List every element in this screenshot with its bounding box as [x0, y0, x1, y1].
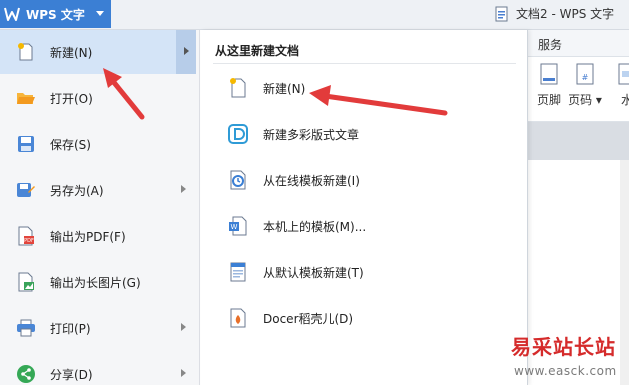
menu-item-label: 打印(P) [50, 321, 91, 336]
submenu-item-docer[interactable]: Docer稻壳儿(D) [201, 296, 526, 340]
menu-item-label: 新建(N) [50, 45, 93, 60]
pdf-icon: PDF [16, 226, 36, 246]
page-number-label: 页码 ▾ [568, 93, 602, 107]
file-menu: 新建(N) 打开(O) 保存(S) 另存为(A) PDF 输出为PDF(F) 输… [0, 30, 200, 385]
share-icon [16, 364, 36, 384]
document-page-edge [620, 160, 629, 385]
online-template-icon [227, 169, 249, 191]
print-icon [16, 318, 36, 338]
menu-item-save[interactable]: 保存(S) [0, 122, 196, 166]
submenu-item-label: 本机上的模板(M)... [263, 219, 367, 234]
image-export-icon [16, 272, 36, 292]
title-bar: WPS 文字 文档2 - WPS 文字 [0, 0, 629, 30]
divider [213, 63, 516, 64]
submenu-item-new-blank[interactable]: 新建(N) [201, 66, 526, 110]
footer-icon [540, 63, 558, 85]
local-template-icon: W [227, 215, 249, 237]
menu-item-label: 输出为PDF(F) [50, 229, 126, 244]
menu-item-export-pdf[interactable]: PDF 输出为PDF(F) [0, 214, 196, 258]
save-as-icon [16, 180, 36, 200]
submenu-item-label: 从在线模板新建(I) [263, 173, 360, 188]
submenu-item-colorful-article[interactable]: 新建多彩版式文章 [201, 112, 526, 156]
document-ruler-area [528, 122, 629, 160]
footer-button[interactable]: 页脚 [532, 63, 566, 108]
submenu-item-local-template[interactable]: W 本机上的模板(M)... [201, 204, 526, 248]
menu-item-new[interactable]: 新建(N) [0, 30, 196, 74]
submenu-item-default-template[interactable]: 从默认模板新建(T) [201, 250, 526, 294]
chevron-right-icon [181, 185, 186, 193]
svg-text:#: # [582, 73, 589, 82]
blank-document-icon [227, 77, 249, 99]
save-icon [16, 134, 36, 154]
watermark-button[interactable]: 水 [610, 63, 629, 108]
open-folder-icon [16, 88, 36, 108]
menu-item-save-as[interactable]: 另存为(A) [0, 168, 196, 212]
page-number-button[interactable]: # 页码 ▾ [568, 63, 602, 108]
app-menu-button[interactable]: WPS 文字 [0, 0, 111, 28]
svg-text:W: W [231, 223, 238, 231]
chevron-right-icon [181, 369, 186, 377]
submenu-item-label: Docer稻壳儿(D) [263, 311, 354, 326]
watermark-url: www.easck.com [514, 364, 617, 378]
watermark-icon [618, 63, 629, 85]
app-name: WPS 文字 [26, 7, 85, 22]
menu-item-print[interactable]: 打印(P) [0, 306, 196, 350]
menu-item-export-image[interactable]: 输出为长图片(G) [0, 260, 196, 304]
watermark-title: 易采站长站 [511, 335, 616, 359]
docer-icon [227, 307, 249, 329]
chevron-right-icon [184, 47, 189, 55]
page-number-icon: # [576, 63, 594, 85]
menu-item-label: 输出为长图片(G) [50, 275, 141, 290]
footer-label: 页脚 [536, 93, 561, 107]
new-submenu-panel: 从这里新建文档 新建(N) 新建多彩版式文章 从在线模板新建(I) W 本机上的… [201, 30, 528, 385]
submenu-item-label: 新建多彩版式文章 [263, 127, 360, 142]
svg-text:PDF: PDF [24, 238, 34, 244]
default-template-icon [227, 261, 249, 283]
ribbon-toolbar: 页脚 # 页码 ▾ 水 [528, 56, 629, 122]
submenu-item-label: 新建(N) [263, 81, 306, 96]
submenu-title: 从这里新建文档 [215, 44, 300, 58]
menu-item-label: 分享(D) [50, 367, 93, 382]
document-title-text: 文档2 - WPS 文字 [516, 7, 615, 21]
new-document-icon [16, 42, 36, 62]
menu-item-share[interactable]: 分享(D) [0, 352, 196, 385]
submenu-item-online-template[interactable]: 从在线模板新建(I) [201, 158, 526, 202]
submenu-item-label: 从默认模板新建(T) [263, 265, 364, 280]
colorful-article-icon [227, 123, 249, 145]
wps-logo-icon [4, 6, 20, 22]
ribbon-tab-services[interactable]: 服务 [538, 36, 562, 53]
document-title: 文档2 - WPS 文字 [494, 5, 614, 22]
menu-item-label: 保存(S) [50, 137, 91, 152]
menu-item-label: 另存为(A) [50, 183, 104, 198]
menu-item-label: 打开(O) [50, 91, 93, 106]
chevron-right-icon [181, 323, 186, 331]
chevron-down-icon [96, 11, 104, 16]
menu-item-open[interactable]: 打开(O) [0, 76, 196, 120]
watermark-label: 水 [620, 93, 629, 107]
document-icon [495, 6, 508, 21]
